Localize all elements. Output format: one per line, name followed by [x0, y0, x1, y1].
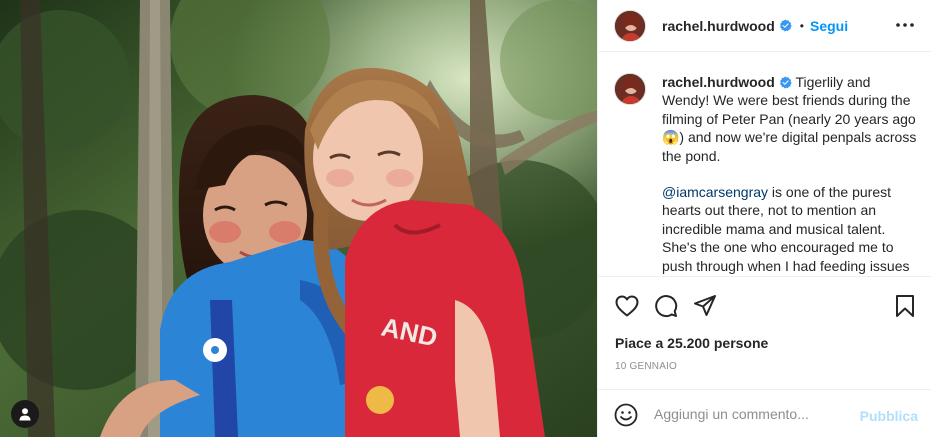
post-comment-button[interactable]: Pubblica: [860, 408, 918, 424]
caption-username[interactable]: rachel.hurdwood: [662, 74, 775, 90]
post-author-username[interactable]: rachel.hurdwood: [662, 18, 775, 34]
avatar-image: [615, 74, 645, 104]
post-sidebar: rachel.hurdwood • Segui rachel.hurdwood …: [597, 0, 931, 437]
heart-icon: [615, 295, 639, 317]
post-photo[interactable]: AND: [0, 0, 597, 437]
caption-text: rachel.hurdwood Tigerlily and Wendy! We …: [662, 73, 918, 275]
like-button[interactable]: [614, 293, 640, 319]
verified-badge-icon: [779, 19, 792, 32]
action-icon-row: [614, 293, 916, 319]
photo-image: AND: [0, 0, 597, 437]
emoji-button[interactable]: [614, 403, 638, 427]
more-dots-icon: [896, 23, 914, 27]
post-actions: Piace a 25.200 persone 10 GENNAIO: [598, 276, 931, 388]
bookmark-icon: [896, 295, 914, 317]
mention-link[interactable]: @iamcarsengray: [662, 184, 768, 200]
add-comment-form: Pubblica: [598, 389, 931, 437]
save-button[interactable]: [892, 293, 918, 319]
likes-count[interactable]: Piace a 25.200 persone: [615, 335, 768, 351]
post-header: rachel.hurdwood • Segui: [598, 0, 931, 52]
caption-avatar[interactable]: [614, 73, 646, 105]
post-date[interactable]: 10 GENNAIO: [615, 361, 677, 372]
share-icon: [694, 295, 716, 316]
follow-button[interactable]: Segui: [810, 18, 848, 34]
separator-dot: •: [799, 18, 804, 33]
verified-badge-icon: [779, 76, 792, 89]
share-button[interactable]: [692, 293, 718, 319]
comment-icon: [655, 295, 678, 318]
comment-button[interactable]: [653, 293, 679, 319]
avatar[interactable]: [614, 9, 646, 42]
user-icon: [19, 408, 31, 421]
tagged-users-button[interactable]: [11, 400, 39, 428]
caption-scroll-area[interactable]: rachel.hurdwood Tigerlily and Wendy! We …: [598, 53, 931, 275]
emoji-icon: [614, 403, 638, 427]
avatar-image: [615, 10, 645, 41]
comment-input[interactable]: [654, 402, 854, 426]
more-options-button[interactable]: [894, 14, 916, 36]
caption: rachel.hurdwood Tigerlily and Wendy! We …: [614, 73, 918, 275]
